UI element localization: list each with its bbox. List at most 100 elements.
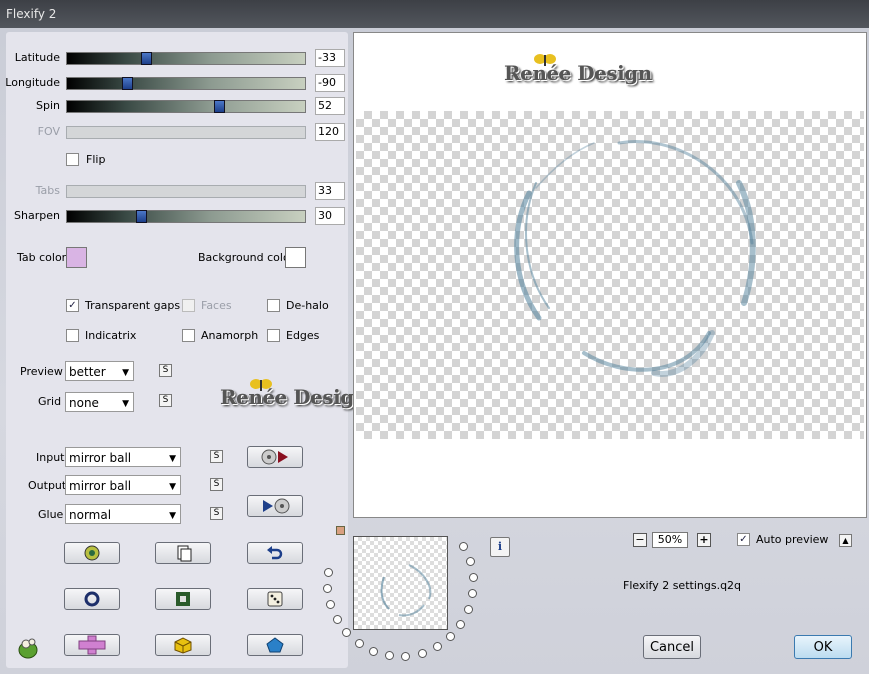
cube-button[interactable] [155, 634, 211, 656]
thumbnail-handle[interactable] [336, 526, 345, 535]
undo-button[interactable] [247, 542, 303, 564]
pentagon-icon [266, 637, 284, 653]
tab-color-label: Tab color [17, 251, 67, 264]
angle-dot[interactable] [418, 649, 427, 658]
faces-checkbox[interactable] [182, 299, 195, 312]
angle-dot[interactable] [369, 647, 378, 656]
preview-s-button[interactable]: S [159, 364, 172, 377]
chevron-down-icon: ▼ [169, 511, 176, 521]
input-s-button[interactable]: S [210, 450, 223, 463]
grid-s-button[interactable]: S [159, 394, 172, 407]
anamorph-checkbox[interactable] [182, 329, 195, 342]
window-title: Flexify 2 [6, 7, 57, 21]
pentagon-button[interactable] [247, 634, 303, 656]
slider-value-field[interactable]: -33 [315, 49, 345, 67]
mirror-ball-render [514, 140, 756, 377]
angle-dot[interactable] [456, 620, 465, 629]
zoom-out-button[interactable]: − [633, 533, 647, 547]
grid-value: none [69, 396, 99, 410]
input-value: mirror ball [69, 451, 132, 465]
angle-dot[interactable] [466, 557, 475, 566]
dice-button[interactable] [247, 588, 303, 610]
slider-thumb[interactable] [136, 210, 147, 223]
output-s-button[interactable]: S [210, 478, 223, 491]
random-button[interactable] [64, 542, 120, 564]
angle-dot[interactable] [355, 639, 364, 648]
in-disc-icon [261, 449, 288, 465]
glue-select[interactable]: normal ▼ [65, 504, 181, 524]
preview-quality-value: better [69, 365, 106, 379]
preview-quality-select[interactable]: better ▼ [65, 361, 134, 381]
angle-dot[interactable] [433, 642, 442, 651]
slider-thumb[interactable] [141, 52, 152, 65]
slider-thumb[interactable] [214, 100, 225, 113]
auto-preview-checkbox[interactable]: ✓ [737, 533, 750, 546]
tab-color-swatch[interactable] [66, 247, 87, 268]
transparent-gaps-checkbox[interactable]: ✓ [66, 299, 79, 312]
collapse-button[interactable]: ▲ [839, 534, 852, 547]
slider-value-field[interactable]: -90 [315, 74, 345, 92]
chevron-up-icon: ▲ [842, 536, 849, 545]
slider-track[interactable] [66, 185, 306, 198]
app-logo-icon [15, 636, 41, 663]
de-halo-checkbox[interactable] [267, 299, 280, 312]
cancel-button[interactable]: Cancel [643, 635, 701, 659]
ring-button[interactable] [64, 588, 120, 610]
butterfly-icon [533, 52, 557, 71]
angle-dot[interactable] [333, 615, 342, 624]
chevron-down-icon: ▼ [122, 368, 129, 378]
slider-value-field[interactable]: 30 [315, 207, 345, 225]
background-color-swatch[interactable] [285, 247, 306, 268]
slider-label: Spin [36, 99, 60, 112]
square-button[interactable] [155, 588, 211, 610]
slider-track[interactable] [66, 100, 306, 113]
angle-dot[interactable] [326, 600, 335, 609]
preview-canvas[interactable]: Renée Design [353, 32, 867, 518]
glue-value: normal [69, 508, 112, 522]
slider-label: Tabs [35, 184, 60, 197]
zoom-value[interactable]: 50% [652, 532, 688, 548]
slider-track[interactable] [66, 77, 306, 90]
slider-track[interactable] [66, 210, 306, 223]
transparent-gaps-label: Transparent gaps [85, 299, 181, 312]
angle-dot[interactable] [468, 589, 477, 598]
slider-value-field[interactable]: 120 [315, 123, 345, 141]
grid-select[interactable]: none ▼ [65, 392, 134, 412]
navigator-thumbnail[interactable] [353, 536, 448, 630]
ok-button[interactable]: OK [794, 635, 852, 659]
slider-value-field[interactable]: 52 [315, 97, 345, 115]
output-select[interactable]: mirror ball ▼ [65, 475, 181, 495]
output-value: mirror ball [69, 479, 132, 493]
glue-s-button[interactable]: S [210, 507, 223, 520]
angle-dot[interactable] [323, 584, 332, 593]
edges-checkbox[interactable] [267, 329, 280, 342]
angle-dot[interactable] [385, 651, 394, 660]
plus-shape-button[interactable] [64, 634, 120, 656]
glue-label: Glue [38, 508, 64, 521]
flip-checkbox[interactable] [66, 153, 79, 166]
plus-shape-icon [78, 635, 106, 655]
input-select[interactable]: mirror ball ▼ [65, 447, 181, 467]
angle-dot[interactable] [464, 605, 473, 614]
chevron-down-icon: ▼ [169, 454, 176, 464]
angle-dot[interactable] [342, 628, 351, 637]
save-output-button[interactable] [247, 495, 303, 517]
settings-filename: Flexify 2 settings.q2q [623, 579, 742, 592]
flip-label: Flip [86, 153, 106, 166]
indicatrix-checkbox[interactable] [66, 329, 79, 342]
slider-thumb[interactable] [122, 77, 133, 90]
anamorph-label: Anamorph [201, 329, 259, 342]
slider-track[interactable] [66, 52, 306, 65]
load-input-button[interactable] [247, 446, 303, 468]
slider-label: Latitude [14, 51, 60, 64]
copy-button[interactable] [155, 542, 211, 564]
zoom-in-button[interactable]: + [697, 533, 711, 547]
info-button[interactable]: i [490, 537, 510, 557]
angle-dot[interactable] [446, 632, 455, 641]
angle-dot[interactable] [401, 652, 410, 661]
angle-dot[interactable] [324, 568, 333, 577]
angle-dot[interactable] [459, 542, 468, 551]
slider-value-field[interactable]: 33 [315, 182, 345, 200]
slider-track[interactable] [66, 126, 306, 139]
angle-dot[interactable] [469, 573, 478, 582]
